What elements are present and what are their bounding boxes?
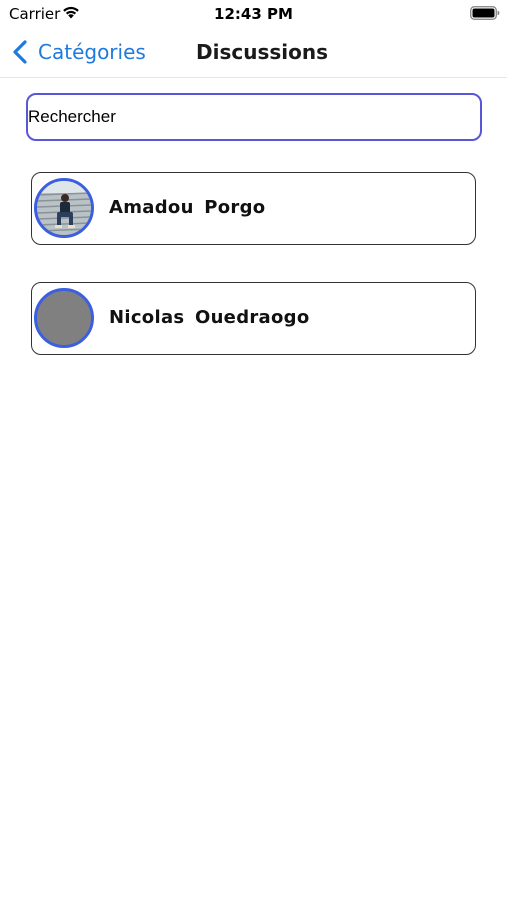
contact-name: Nicolas Ouedraogo — [109, 307, 310, 328]
contact-item[interactable]: Nicolas Ouedraogo — [31, 282, 476, 355]
navigation-bar: Catégories Discussions — [0, 28, 507, 78]
status-bar: Carrier 12:43 PM — [0, 0, 507, 28]
contact-name: Amadou Porgo — [109, 197, 266, 218]
chevron-left-icon — [13, 40, 27, 64]
clock: 12:43 PM — [214, 5, 293, 23]
back-button[interactable]: Catégories — [10, 37, 146, 67]
battery-icon — [470, 6, 500, 20]
search-input[interactable] — [26, 93, 482, 141]
contact-item[interactable]: Amadou Porgo — [31, 172, 476, 245]
avatar-placeholder — [34, 288, 94, 348]
avatar-photo — [37, 181, 91, 235]
avatar — [34, 178, 94, 238]
page-title: Discussions — [196, 40, 329, 64]
back-label: Catégories — [38, 40, 146, 64]
